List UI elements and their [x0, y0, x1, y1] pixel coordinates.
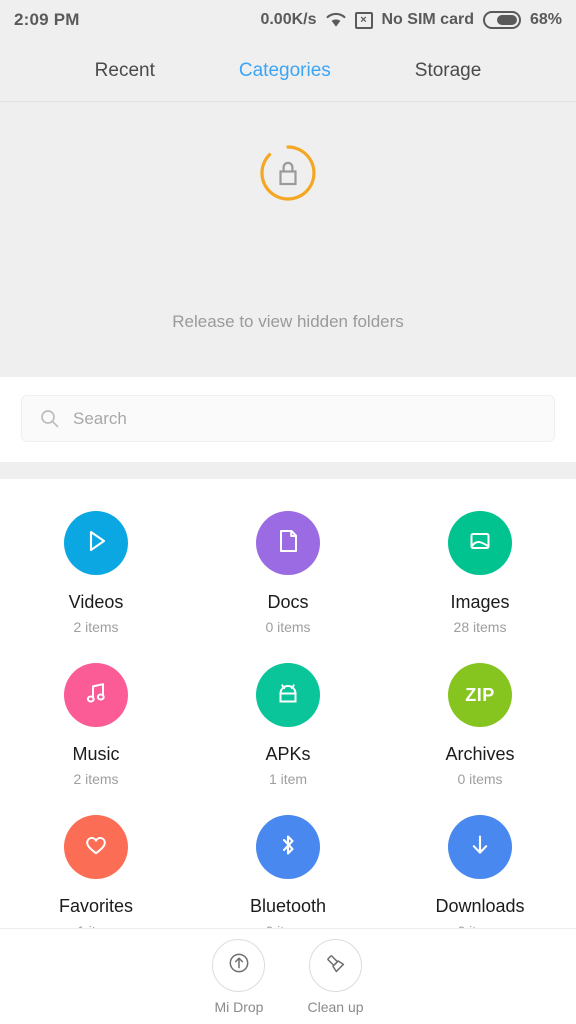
category-item-docs[interactable]: Docs 0 items: [192, 493, 384, 645]
apks-icon-circle: [256, 663, 320, 727]
refresh-spinner: [259, 144, 317, 202]
search-placeholder: Search: [73, 408, 127, 428]
category-item-archives[interactable]: ZIP Archives 0 items: [384, 645, 576, 797]
videos-icon-circle: [64, 511, 128, 575]
category-label: APKs: [265, 744, 311, 764]
search-section: Search: [0, 377, 576, 462]
status-bar: 2:09 PM 0.00K/s × No SIM card 68%: [0, 0, 576, 40]
bottom-toolbar: Mi Drop Clean up: [0, 928, 576, 1024]
mi-drop-upload-icon: [225, 949, 253, 982]
pull-to-refresh-area[interactable]: Release to view hidden folders: [0, 102, 576, 377]
status-icons: 0.00K/s × No SIM card 68%: [260, 11, 562, 29]
mi-drop-button[interactable]: Mi Drop: [212, 938, 266, 1015]
image-icon: [465, 526, 495, 561]
brush-icon: [321, 949, 349, 982]
category-label: Images: [450, 592, 510, 612]
category-label: Archives: [445, 744, 515, 764]
tab-storage[interactable]: Storage: [415, 60, 482, 82]
heart-icon: [81, 830, 111, 865]
section-divider: [0, 462, 576, 479]
category-item-music[interactable]: Music 2 items: [0, 645, 192, 797]
sim-status-text: No SIM card: [381, 11, 474, 28]
category-count: 2 items: [73, 619, 119, 635]
category-label: Docs: [267, 592, 309, 612]
clean-up-button[interactable]: Clean up: [307, 938, 364, 1015]
category-label: Music: [72, 744, 120, 764]
zip-icon: ZIP: [465, 684, 495, 705]
wifi-icon: [326, 12, 346, 28]
category-count: 28 items: [453, 619, 507, 635]
category-label: Videos: [68, 592, 124, 612]
category-label: Bluetooth: [249, 896, 327, 916]
tab-categories[interactable]: Categories: [239, 60, 331, 82]
bluetooth-icon-circle: [256, 815, 320, 879]
pull-to-refresh-label: Release to view hidden folders: [172, 312, 404, 331]
music-icon-circle: [64, 663, 128, 727]
category-item-bluetooth[interactable]: Bluetooth 0 items: [192, 797, 384, 949]
category-item-downloads[interactable]: Downloads 0 items: [384, 797, 576, 949]
sim-card-x-icon: ×: [354, 11, 373, 29]
category-count: 1 item: [268, 771, 308, 787]
category-label: Downloads: [435, 896, 525, 916]
category-item-images[interactable]: Images 28 items: [384, 493, 576, 645]
document-icon: [273, 526, 303, 561]
downloads-icon-circle: [448, 815, 512, 879]
android-icon: [273, 678, 303, 713]
search-icon: [40, 409, 59, 428]
archives-icon-circle: ZIP: [448, 663, 512, 727]
battery-icon: [482, 11, 521, 29]
download-icon: [465, 830, 495, 865]
tab-bar: Recent Categories Storage: [0, 40, 576, 102]
category-count: 2 items: [73, 771, 119, 787]
status-time: 2:09 PM: [14, 10, 80, 29]
favorites-icon-circle: [64, 815, 128, 879]
category-item-apks[interactable]: APKs 1 item: [192, 645, 384, 797]
play-icon: [81, 526, 111, 561]
images-icon-circle: [448, 511, 512, 575]
battery-fill: [496, 15, 517, 25]
category-count: 0 items: [265, 619, 311, 635]
mi-drop-icon-circle: [212, 938, 266, 992]
category-count: 0 items: [457, 771, 503, 787]
category-item-favorites[interactable]: Favorites 1 item: [0, 797, 192, 949]
clean-up-label: Clean up: [307, 998, 364, 1015]
category-item-videos[interactable]: Videos 2 items: [0, 493, 192, 645]
category-label: Favorites: [58, 896, 134, 916]
network-speed: 0.00K/s: [260, 11, 317, 28]
category-grid: Videos 2 items Docs 0 items Images 28 it…: [0, 479, 576, 949]
docs-icon-circle: [256, 511, 320, 575]
mi-drop-label: Mi Drop: [214, 998, 264, 1015]
battery-percent: 68%: [529, 11, 562, 28]
tab-recent[interactable]: Recent: [95, 60, 155, 82]
music-note-icon: [81, 678, 111, 713]
search-input[interactable]: Search: [21, 395, 555, 442]
clean-up-icon-circle: [308, 938, 362, 992]
bluetooth-icon: [273, 830, 303, 865]
